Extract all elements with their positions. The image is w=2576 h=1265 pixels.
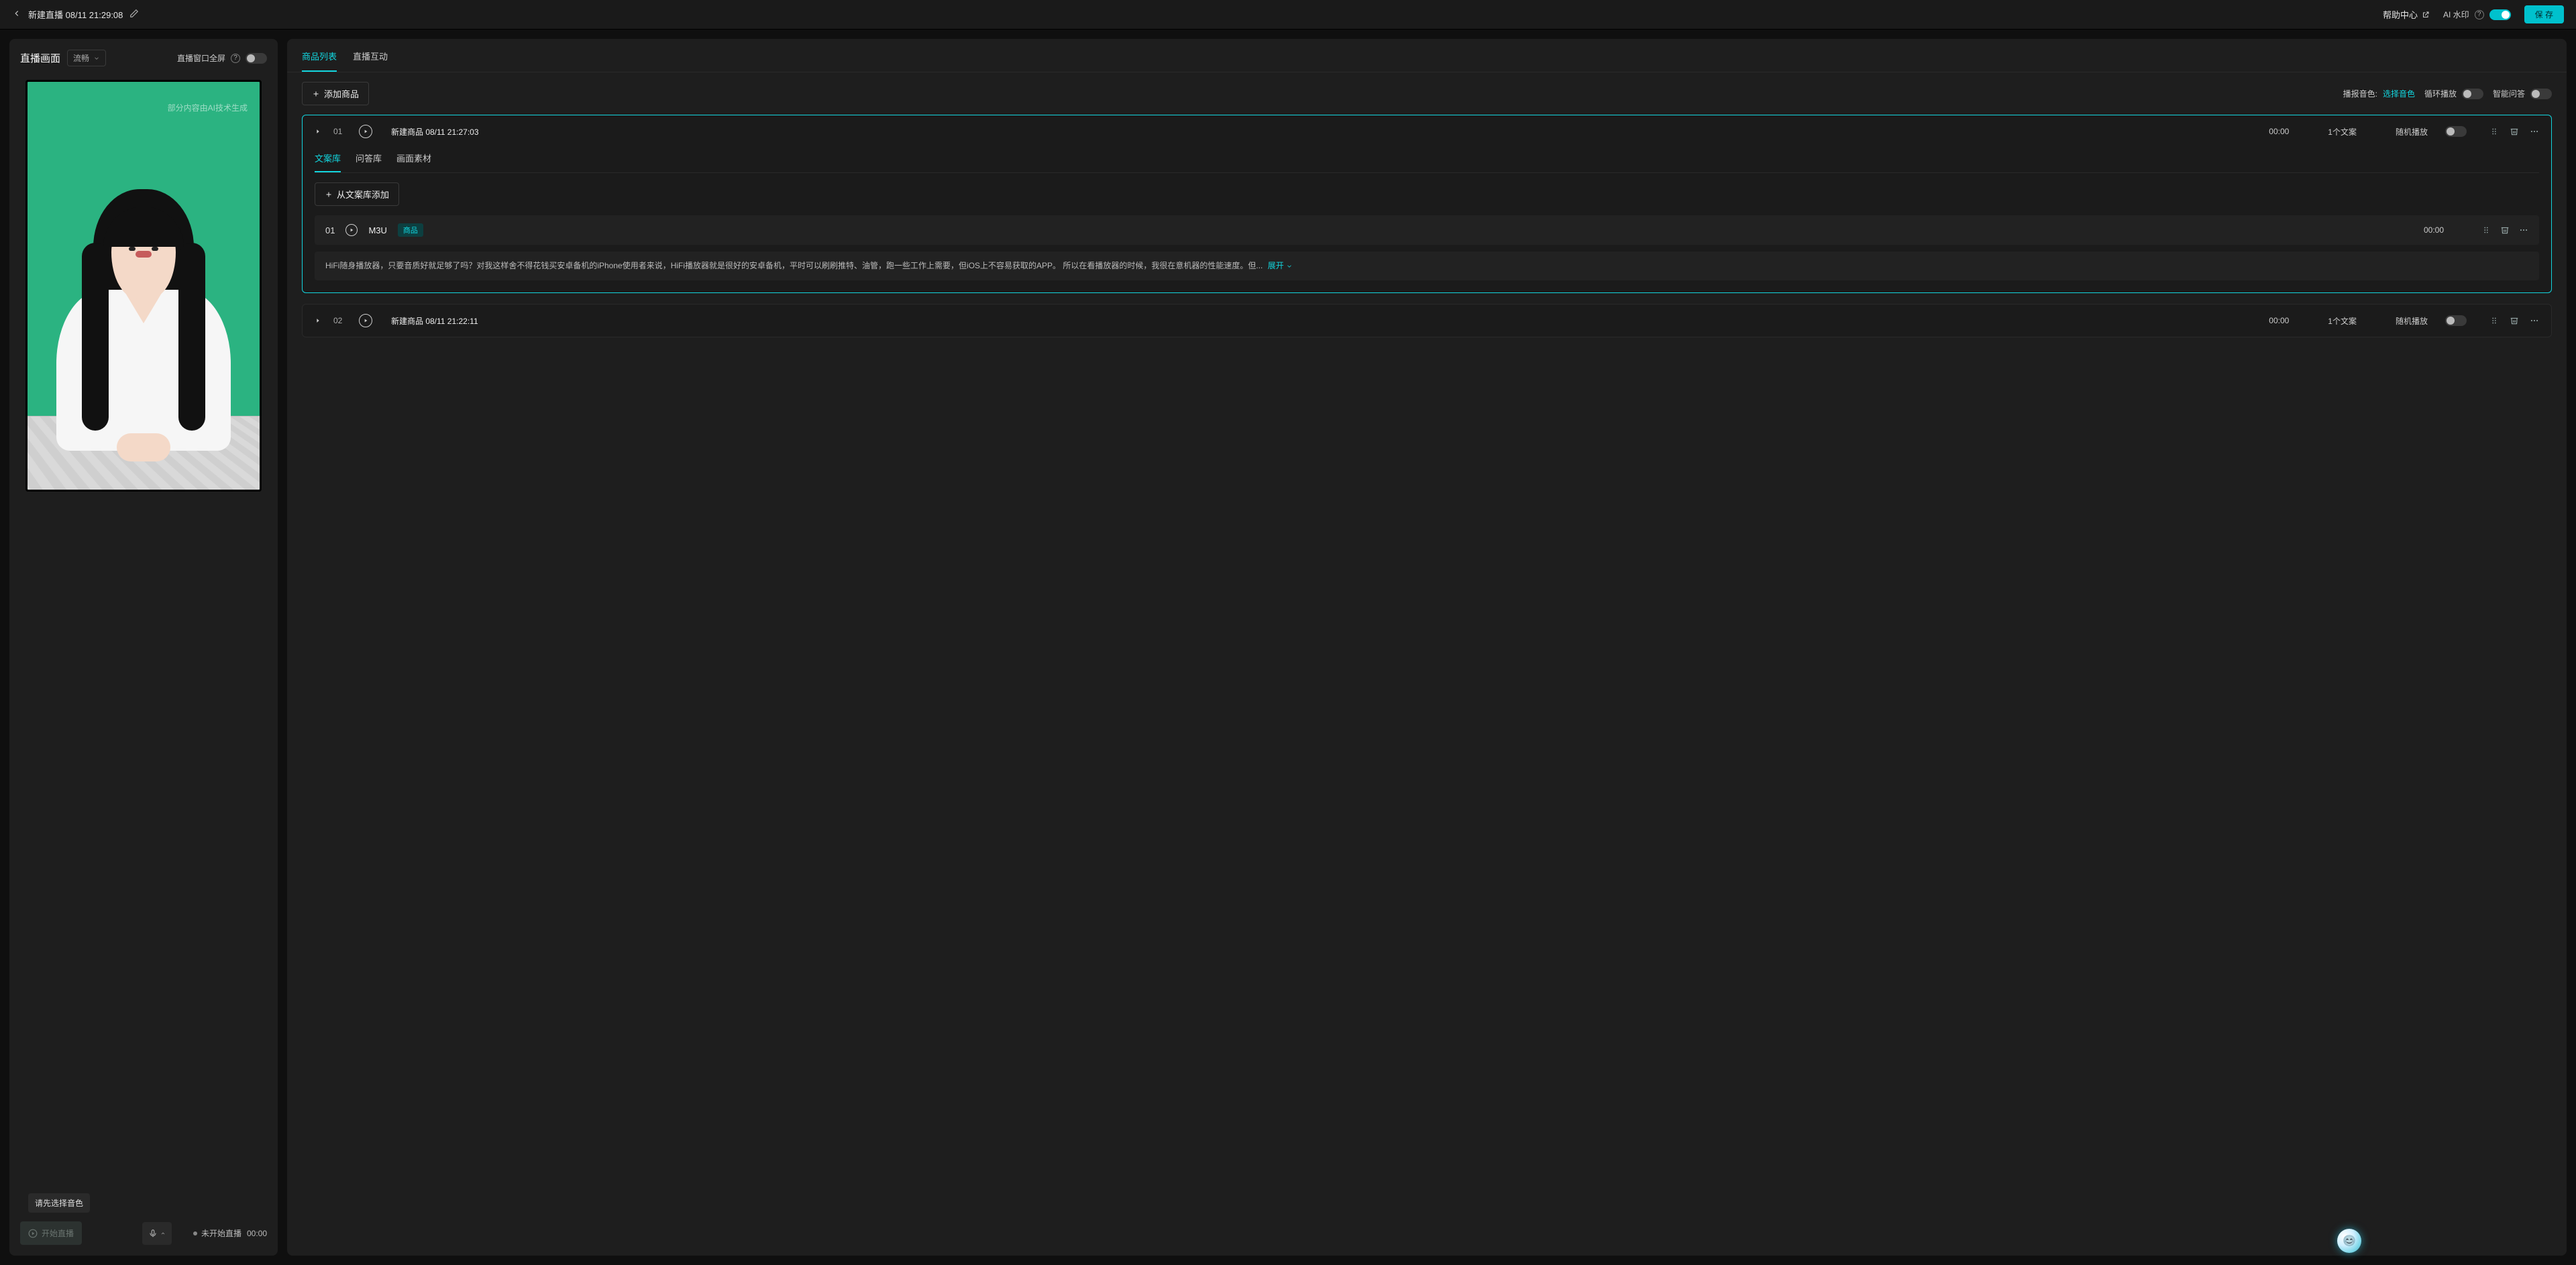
delete-icon[interactable]: [2500, 225, 2510, 235]
product-index: 02: [333, 316, 347, 325]
loop-toggle[interactable]: [2462, 89, 2483, 99]
fullscreen-label: 直播窗口全屏: [177, 52, 225, 64]
delete-icon[interactable]: [2510, 127, 2519, 136]
product-play-button[interactable]: [359, 314, 372, 327]
watermark-help-icon[interactable]: ?: [2475, 10, 2484, 19]
quality-select[interactable]: 流畅: [67, 50, 106, 66]
plus-icon: [325, 190, 333, 199]
chevron-up-icon: [160, 1231, 166, 1236]
product-header[interactable]: 01 新建商品 08/11 21:27:03 00:00 1个文案 随机播放: [303, 115, 2551, 148]
product-play-button[interactable]: [359, 125, 372, 138]
topbar: 新建直播 08/11 21:29:08 帮助中心 AI 水印 ? 保 存: [0, 0, 2576, 30]
sub-tab-assets[interactable]: 画面素材: [396, 152, 431, 172]
drag-handle-icon[interactable]: [2489, 127, 2499, 136]
fullscreen-help-icon[interactable]: ?: [231, 54, 240, 63]
sub-tab-qa[interactable]: 问答库: [356, 152, 382, 172]
main-tabs: 商品列表 直播互动: [287, 39, 2567, 72]
more-icon[interactable]: [2530, 127, 2539, 136]
caret-icon: [315, 316, 321, 326]
product-title: 新建商品 08/11 21:27:03: [391, 126, 479, 138]
script-row[interactable]: 01 M3U 商品 00:00: [315, 215, 2539, 245]
fullscreen-toggle[interactable]: [246, 53, 267, 64]
chevron-down-icon: [93, 55, 100, 62]
page-title: 新建直播 08/11 21:29:08: [28, 8, 123, 21]
start-live-button[interactable]: 开始直播: [20, 1221, 82, 1245]
tab-interaction[interactable]: 直播互动: [353, 50, 388, 72]
status-label: 未开始直播: [201, 1227, 241, 1239]
product-count: 1个文案: [2328, 315, 2357, 327]
content-panel: 商品列表 直播互动 添加商品 播报音色: 选择音色 循环播放 智能问答: [287, 39, 2567, 1256]
ai-watermark-text: 部分内容由AI技术生成: [168, 102, 248, 113]
expand-link[interactable]: 展开: [1268, 261, 1293, 270]
play-circle-icon: [28, 1229, 38, 1238]
script-play-button[interactable]: [345, 224, 358, 236]
add-from-library-button[interactable]: 从文案库添加: [315, 182, 399, 206]
tab-products[interactable]: 商品列表: [302, 50, 337, 72]
save-button[interactable]: 保 存: [2524, 5, 2564, 23]
video-canvas[interactable]: 部分内容由AI技术生成: [25, 80, 262, 492]
external-link-icon: [2422, 11, 2430, 19]
product-index: 01: [333, 127, 347, 136]
voice-tooltip: 请先选择音色: [28, 1193, 90, 1213]
more-icon[interactable]: [2530, 316, 2539, 325]
sub-tabs: 文案库 问答库 画面素材: [315, 148, 2539, 173]
voice-label: 播报音色:: [2343, 88, 2377, 99]
product-count: 1个文案: [2328, 126, 2357, 138]
qa-label: 智能问答: [2493, 88, 2525, 99]
plus-icon: [312, 90, 320, 98]
script-title: M3U: [368, 225, 386, 235]
random-label: 随机播放: [2396, 315, 2428, 327]
script-index: 01: [325, 225, 335, 235]
watermark-label: AI 水印: [2443, 9, 2469, 20]
product-time: 00:00: [2269, 127, 2289, 136]
help-link[interactable]: 帮助中心: [2383, 8, 2430, 21]
back-icon[interactable]: [12, 9, 21, 20]
more-icon[interactable]: [2519, 225, 2528, 235]
preview-title: 直播画面: [20, 51, 60, 65]
edit-title-icon[interactable]: [129, 9, 139, 20]
avatar-figure: [50, 189, 237, 457]
add-product-button[interactable]: 添加商品: [302, 82, 369, 105]
drag-handle-icon[interactable]: [2489, 316, 2499, 325]
voice-select-link[interactable]: 选择音色: [2383, 88, 2415, 99]
loop-label: 循环播放: [2424, 88, 2457, 99]
product-header[interactable]: 02 新建商品 08/11 21:22:11 00:00 1个文案 随机播放: [303, 305, 2551, 337]
random-toggle[interactable]: [2445, 315, 2467, 326]
sub-tab-scripts[interactable]: 文案库: [315, 152, 341, 172]
preview-panel: 直播画面 流畅 直播窗口全屏 ? 部分内容由AI技术生成: [9, 39, 278, 1256]
product-title: 新建商品 08/11 21:22:11: [391, 315, 478, 327]
status-dot: [193, 1231, 197, 1235]
script-tag: 商品: [398, 223, 423, 237]
script-text: HiFi随身播放器，只要音质好就足够了吗？对我这样舍不得花钱买安卓备机的iPho…: [315, 252, 2539, 280]
script-time: 00:00: [2424, 225, 2444, 235]
watermark-toggle[interactable]: [2489, 9, 2511, 20]
random-toggle[interactable]: [2445, 126, 2467, 137]
random-label: 随机播放: [2396, 126, 2428, 138]
qa-toggle[interactable]: [2530, 89, 2552, 99]
product-card: 02 新建商品 08/11 21:22:11 00:00 1个文案 随机播放: [302, 304, 2552, 337]
mic-icon: [148, 1229, 158, 1238]
product-time: 00:00: [2269, 316, 2289, 325]
chevron-down-icon: [1286, 263, 1293, 270]
assistant-bubble[interactable]: [2337, 1229, 2361, 1253]
product-card: 01 新建商品 08/11 21:27:03 00:00 1个文案 随机播放: [302, 115, 2552, 293]
drag-handle-icon[interactable]: [2481, 225, 2491, 235]
delete-icon[interactable]: [2510, 316, 2519, 325]
status-time: 00:00: [247, 1229, 267, 1238]
caret-icon: [315, 127, 321, 137]
mic-button[interactable]: [142, 1222, 172, 1245]
